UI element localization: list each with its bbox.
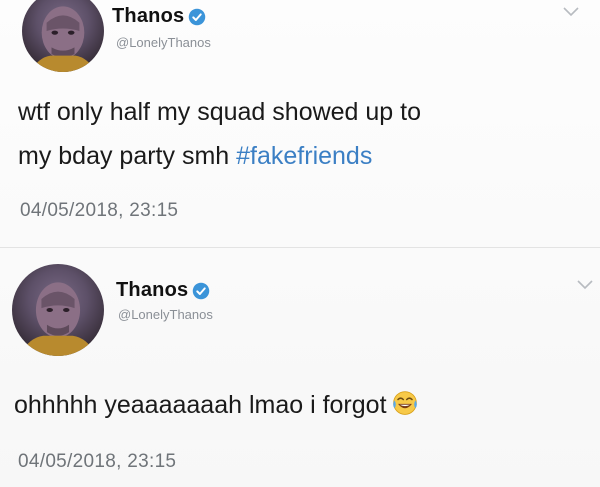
tweet-text-segment: my bday party smh [18,142,237,170]
screenshot: Thanos @LonelyThanos wtf only half my sq… [0,0,600,487]
thanos-avatar-icon [19,282,97,356]
author-display-name[interactable]: Thanos [116,279,188,302]
author-name-row: Thanos [116,279,210,302]
tweet-timestamp[interactable]: 04/05/2018, 23:15 [20,200,178,222]
author-handle[interactable]: @LonelyThanos [116,35,211,50]
author-name-row: Thanos [112,5,206,28]
author-handle[interactable]: @LonelyThanos [118,307,213,322]
profile-avatar[interactable] [22,0,104,72]
author-display-name[interactable]: Thanos [112,5,184,28]
face-with-tears-of-joy-icon [391,389,419,417]
chevron-down-icon[interactable] [576,279,594,291]
tweet-text-line: my bday party smh #fakefriends [18,134,421,178]
tweet-text-line: ohhhhh yeaaaaaaah lmao i forgot [14,391,387,419]
tweet-timestamp[interactable]: 04/05/2018, 23:15 [18,451,176,473]
chevron-down-icon[interactable] [562,6,580,18]
tweet-text-line: wtf only half my squad showed up to [18,98,422,126]
profile-avatar[interactable] [12,264,104,356]
tweet-body: ohhhhh yeaaaaaaah lmao i forgot [14,383,419,427]
tweet-body: wtf only half my squad showed up to my b… [18,90,421,178]
thanos-avatar-icon [30,6,96,72]
hashtag-link[interactable]: #fakefriends [236,142,372,170]
tweet: Thanos @LonelyThanos ohhhhh yeaaaaaaah l… [0,248,600,487]
verified-badge-icon [188,8,206,26]
tweet: Thanos @LonelyThanos wtf only half my sq… [0,0,600,248]
verified-badge-icon [192,282,210,300]
